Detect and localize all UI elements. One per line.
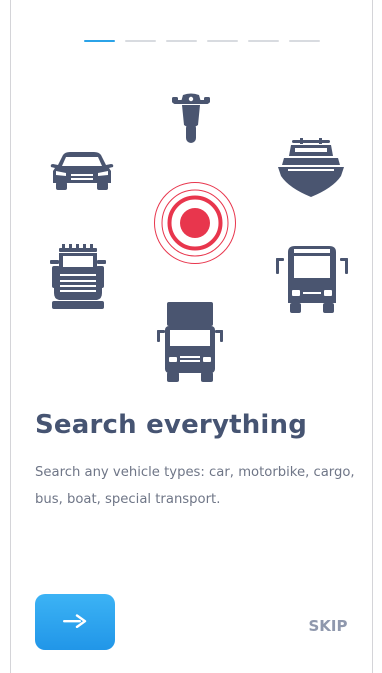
motorbike-icon [172,92,210,144]
arrow-right-icon [63,613,87,631]
page-description: Search any vehicle types: car, motorbike… [35,465,355,507]
vehicle-illustration [0,0,382,400]
car-icon [50,151,114,191]
cargo-truck-icon [157,302,223,382]
bus-icon [275,246,349,314]
skip-button[interactable]: SKIP [300,612,356,640]
page-title: Search everything [35,410,308,440]
boat-icon [278,138,344,198]
location-pulse-icon [153,181,237,265]
next-button[interactable] [35,594,115,650]
special-transport-icon [50,244,106,310]
